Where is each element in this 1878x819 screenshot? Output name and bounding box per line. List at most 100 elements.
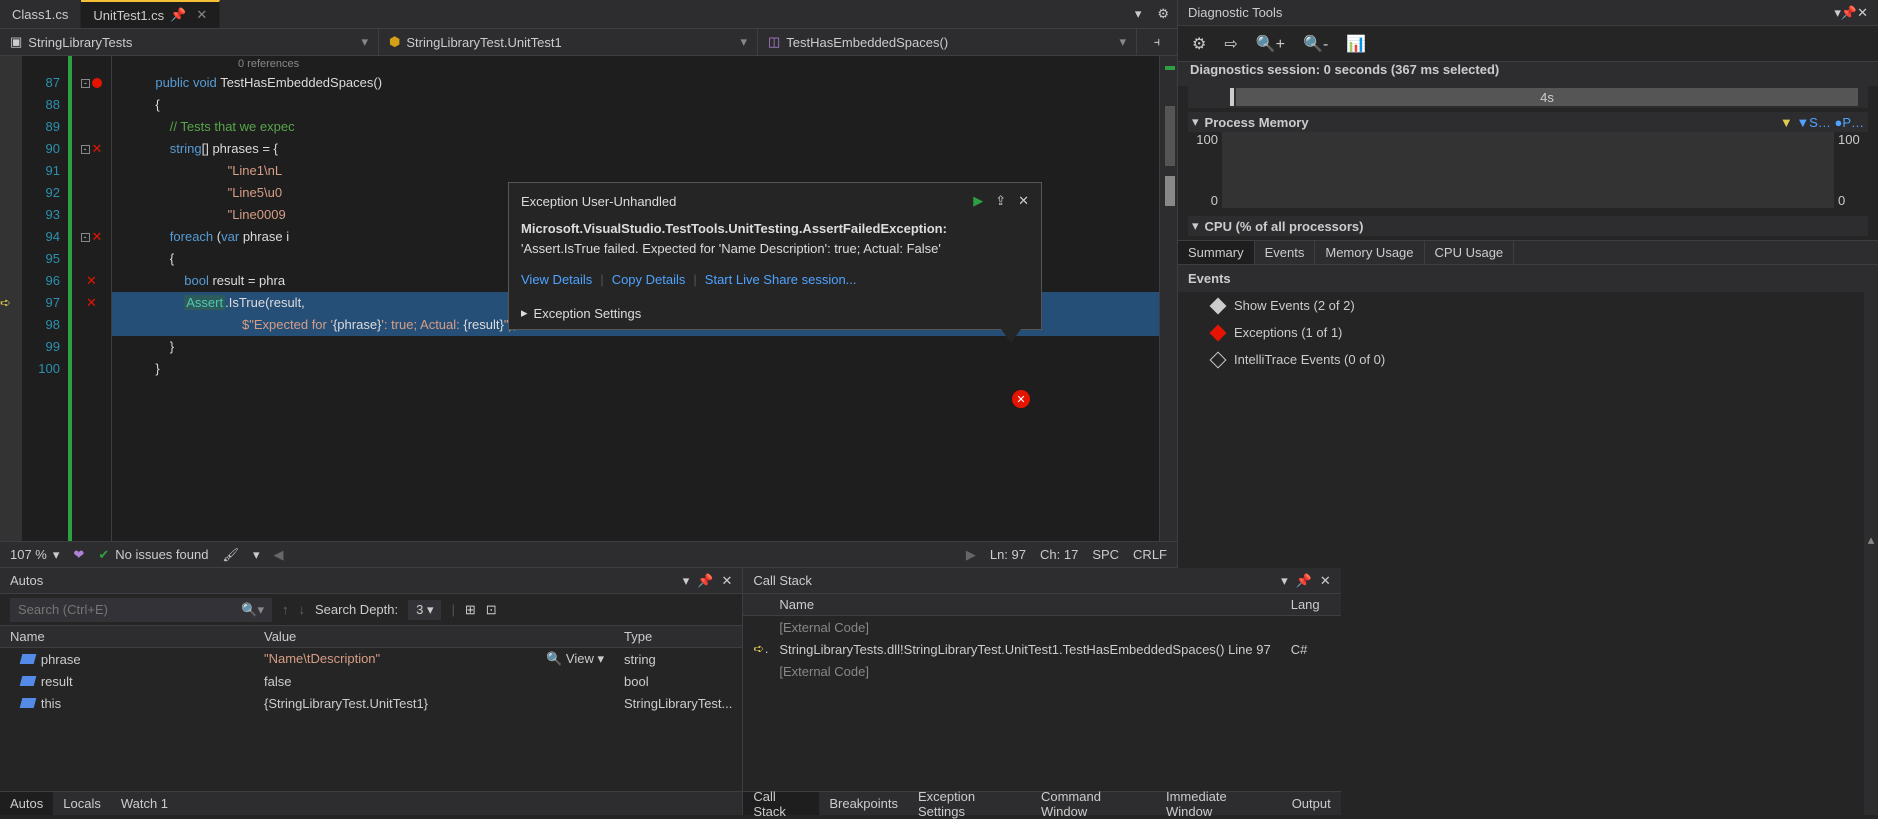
zoom-level[interactable]: 107 % ▾ [10,547,59,563]
diagnostic-timeline[interactable]: 4s [1188,86,1868,108]
search-input[interactable] [18,602,241,617]
col-name[interactable]: Name [0,629,254,644]
editor-overview-ruler[interactable] [1159,56,1177,541]
diag-tool-icon[interactable]: 🔍- [1303,34,1328,54]
collapse-icon[interactable]: ▾ [1192,218,1199,234]
view-details-link[interactable]: View Details [521,272,592,287]
close-icon[interactable]: ✕ [1857,5,1868,21]
variable-icon [20,654,37,664]
diag-tool-icon[interactable]: ⚙ [1192,34,1206,54]
event-row[interactable]: Show Events (2 of 2) [1178,292,1864,319]
variable-icon [20,676,37,686]
code-line[interactable]: { [112,94,1159,116]
diagnostic-tools-panel: Diagnostic Tools ▾ 📌 ✕ ⚙⇨🔍+🔍-📊 Diagnosti… [1178,0,1878,815]
search-icon[interactable]: 🔍▾ [241,602,264,618]
diag-tool-icon[interactable]: 🔍+ [1256,34,1285,54]
exception-type: Microsoft.VisualStudio.TestTools.UnitTes… [521,221,947,236]
cursor-col[interactable]: Ch: 17 [1040,547,1078,562]
window-position-dropdown[interactable]: ▾ [1127,0,1150,28]
event-row[interactable]: Exceptions (1 of 1) [1178,319,1864,346]
nav-method[interactable]: ◫ TestHasEmbeddedSpaces() ▾ [758,29,1137,55]
cursor-line[interactable]: Ln: 97 [990,547,1026,562]
col-type[interactable]: Type [614,629,742,644]
editor-tab-bar: Class1.cs UnitTest1.cs 📌 ✕ ▾ ⚙ [0,0,1177,28]
window-position-icon[interactable]: ▾ [683,573,690,589]
exception-detail: 'Assert.IsTrue failed. Expected for 'Nam… [521,241,941,256]
search-up-icon[interactable]: ↑ [282,602,289,617]
cleanup-icon[interactable]: 🖌 [222,547,239,563]
footer-tab[interactable]: Exception Settings [908,792,1031,815]
footer-tab[interactable]: Watch 1 [111,792,178,815]
issues-label: No issues found [115,547,208,562]
pin-icon[interactable]: ⇪ [995,193,1006,209]
code-line[interactable]: // Tests that we expec [112,116,1159,138]
pin-icon[interactable]: 📌 [170,7,186,23]
line-ending[interactable]: CRLF [1133,547,1167,562]
diagnostic-session-label: Diagnostics session: 0 seconds (367 ms s… [1178,62,1878,86]
copy-details-link[interactable]: Copy Details [612,272,686,287]
class-icon: ⬢ [389,34,400,50]
tab-class1[interactable]: Class1.cs [0,0,81,28]
diag-tool-icon[interactable]: ⇨ [1224,34,1237,54]
expand-icon[interactable]: ▸ [521,305,528,321]
gear-icon[interactable]: ⚙ [1149,0,1177,28]
close-icon[interactable]: ✕ [196,7,207,23]
tab-label: UnitTest1.cs [93,8,164,23]
tab-unittest1[interactable]: UnitTest1.cs 📌 ✕ [81,0,220,28]
footer-tab[interactable]: Autos [0,792,53,815]
code-line[interactable]: } [112,358,1159,380]
code-line[interactable]: public void TestHasEmbeddedSpaces() [112,72,1159,94]
events-heading: Events [1178,265,1864,292]
diag-tab[interactable]: Summary [1178,241,1255,264]
autos-panel: Autos ▾ 📌 ✕ 🔍▾ ↑ ↓ Search Depth: 3 ▾ | ⊞… [0,568,743,815]
exception-icon [1210,324,1227,341]
error-badge-icon[interactable]: ✕ [1012,390,1030,408]
editor-status-bar: 107 % ▾ ❤ ✔ No issues found 🖌 🖌 ▾ ◀ ▶ Ln… [0,541,1177,567]
nav-prev[interactable]: ◀ [274,547,284,563]
diag-tab[interactable]: CPU Usage [1425,241,1515,264]
text-view-icon[interactable]: ⊡ [486,602,497,618]
collapse-icon[interactable]: ▾ [1192,114,1199,130]
autos-row[interactable]: result false bool [0,670,742,692]
code-line[interactable]: string[] phrases = { [112,138,1159,160]
exception-settings-link[interactable]: Exception Settings [534,306,642,321]
close-icon[interactable]: ✕ [721,573,732,589]
footer-tab[interactable]: Command Window [1031,792,1156,815]
codelens-references[interactable]: 0 references [112,56,1159,72]
callstack-title: Call Stack [753,573,812,588]
continue-button[interactable]: ▶ [973,193,983,209]
intellitrace-icon [1210,351,1227,368]
col-value[interactable]: Value [254,629,614,644]
autos-row[interactable]: this {StringLibraryTest.UnitTest1} Strin… [0,692,742,714]
tree-view-icon[interactable]: ⊞ [465,602,476,618]
live-share-link[interactable]: Start Live Share session... [705,272,857,287]
nav-next[interactable]: ▶ [966,547,976,563]
nav-scope[interactable]: ▣ StringLibraryTests ▾ [0,29,379,55]
scroll-up-icon[interactable]: ▴ [1864,265,1878,815]
legend-marker: ▼ [1780,115,1796,130]
exception-popup: Exception User-Unhandled ▶ ⇪ ✕ Microsoft… [508,182,1042,330]
chevron-down-icon: ▾ [740,34,747,50]
split-editor-button[interactable]: ⫞ [1137,29,1177,55]
chevron-down-icon: ▾ [1119,34,1126,50]
autos-row[interactable]: phrase "Name\tDescription"🔍 View ▾ strin… [0,648,742,670]
memory-chart[interactable]: 1000 1000 [1188,132,1868,208]
diag-tool-icon[interactable]: 📊 [1346,34,1366,54]
close-icon[interactable]: ✕ [1018,193,1029,209]
pin-icon[interactable]: 📌 [1841,5,1857,21]
whitespace-mode[interactable]: SPC [1092,547,1119,562]
search-depth-dropdown[interactable]: 3 ▾ [408,600,441,620]
event-row[interactable]: IntelliTrace Events (0 of 0) [1178,346,1864,373]
search-down-icon[interactable]: ↓ [299,602,306,617]
nav-class[interactable]: ⬢ StringLibraryTest.UnitTest1 ▾ [379,29,758,55]
diag-tab[interactable]: Memory Usage [1315,241,1424,264]
code-editor[interactable]: ➪ 87888990919293949596979899100 --✕-✕✕✕ … [0,56,1177,541]
footer-tab[interactable]: Breakpoints [819,792,908,815]
autos-search-input[interactable]: 🔍▾ [10,598,272,622]
code-line[interactable]: "Line1\nL [112,160,1159,182]
health-icon[interactable]: ❤ [73,547,84,563]
pin-icon[interactable]: 📌 [697,573,713,589]
footer-tab[interactable]: Call Stack [743,792,819,815]
footer-tab[interactable]: Locals [53,792,111,815]
diag-tab[interactable]: Events [1255,241,1316,264]
